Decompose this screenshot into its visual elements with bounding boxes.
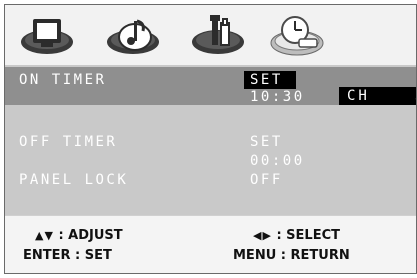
- help-select-text: : SELECT: [271, 228, 340, 243]
- help-enter: ENTER : SET: [23, 248, 112, 263]
- panel-lock-label[interactable]: PANEL LOCK: [19, 172, 128, 188]
- off-timer-label[interactable]: OFF TIMER: [19, 134, 117, 150]
- help-adjust-text: : ADJUST: [53, 228, 123, 243]
- on-timer-label[interactable]: ON TIMER: [19, 72, 106, 88]
- on-timer-mode-selected[interactable]: SET: [244, 71, 296, 89]
- channel-label: CH: [347, 88, 370, 104]
- help-bar: ▲▼ : ADJUST ENTER : SET ◀▶ : SELECT MENU…: [5, 215, 416, 273]
- timer-clock-icon[interactable]: [269, 13, 325, 59]
- help-menu: MENU : RETURN: [233, 248, 350, 263]
- help-select: ◀▶ : SELECT: [253, 228, 340, 244]
- off-timer-time[interactable]: 00:00: [250, 153, 305, 169]
- panel-lock-value[interactable]: OFF: [250, 172, 283, 188]
- menu-icon-bar: [5, 5, 416, 65]
- tv-picture-icon[interactable]: [19, 13, 75, 59]
- help-adjust: ▲▼ : ADJUST: [35, 228, 123, 244]
- channel-field[interactable]: CH 3: [339, 87, 416, 105]
- off-timer-mode[interactable]: SET: [250, 134, 283, 150]
- on-timer-time[interactable]: 10:30: [250, 89, 305, 105]
- timer-osd-menu: ON TIMER SET 10:30 CH 3 OFF TIMER SET 00…: [4, 4, 417, 274]
- left-right-arrows-icon: ◀▶: [253, 229, 272, 242]
- audio-music-icon[interactable]: [105, 13, 161, 59]
- setup-tools-icon[interactable]: [190, 13, 246, 59]
- up-down-arrows-icon: ▲▼: [35, 229, 54, 242]
- timer-settings-menu: ON TIMER SET 10:30 CH 3 OFF TIMER SET 00…: [5, 65, 416, 215]
